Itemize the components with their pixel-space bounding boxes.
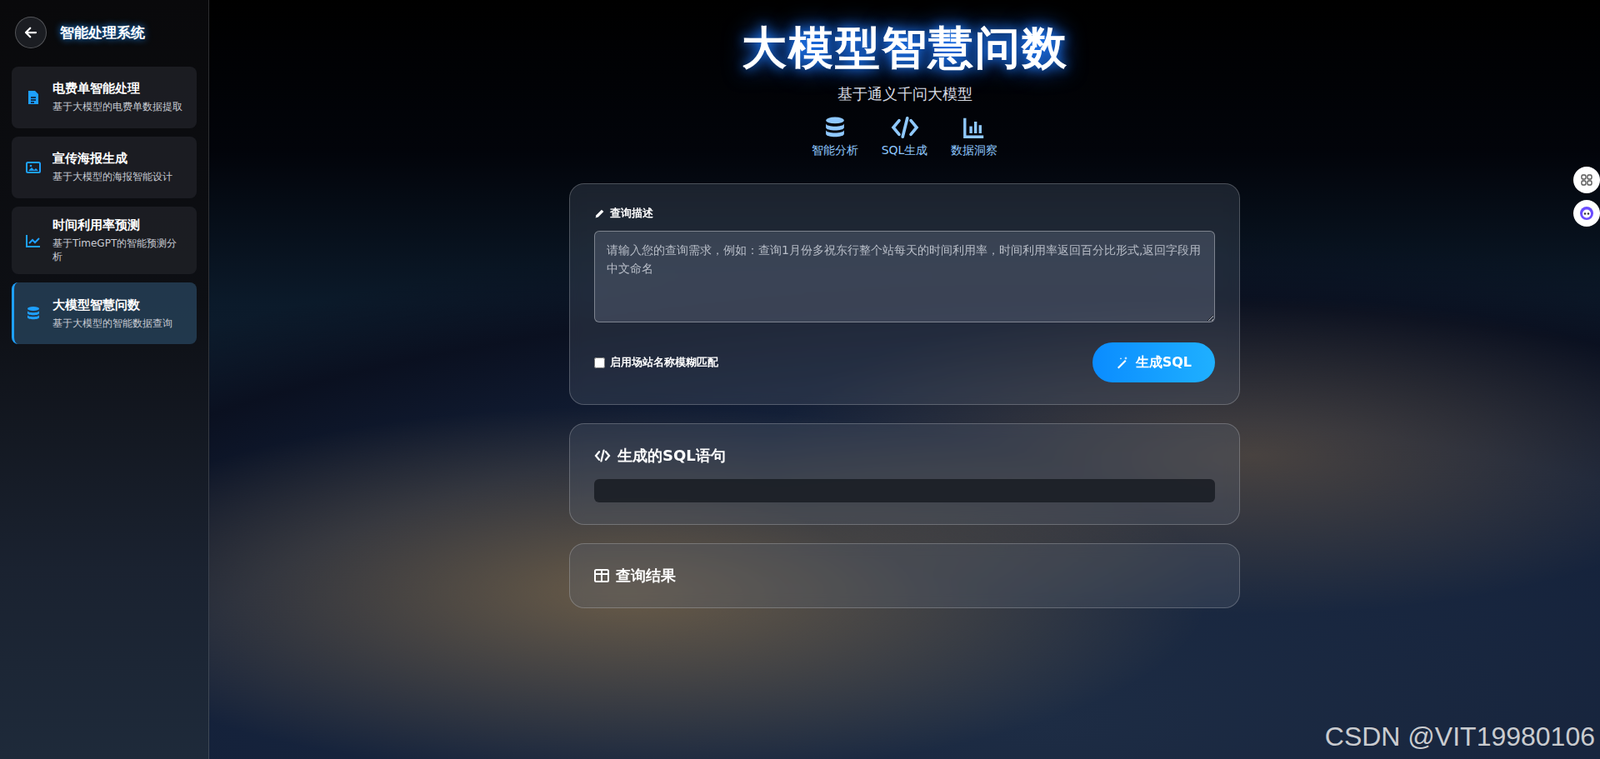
page-subtitle: 基于通义千问大模型 <box>837 84 973 105</box>
assistant-button[interactable] <box>1573 200 1600 227</box>
sidebar-item-subtitle: 基于大模型的电费单数据提取 <box>52 100 183 114</box>
sidebar-item-title: 宣传海报生成 <box>52 150 173 167</box>
file-icon <box>26 90 40 105</box>
database-icon <box>824 115 846 140</box>
sidebar-header: 智能处理系统 <box>11 15 197 59</box>
sidebar-item-title: 时间利用率预测 <box>52 217 185 234</box>
magic-wand-icon <box>1115 355 1130 370</box>
checkbox[interactable] <box>594 357 605 369</box>
sidebar-item-title: 大模型智慧问数 <box>52 297 173 314</box>
feature-label: 智能分析 <box>811 143 859 159</box>
query-input[interactable] <box>594 230 1215 323</box>
bar-chart-icon <box>962 115 986 140</box>
sidebar: 智能处理系统 电费单智能处理 基于大模型的电费单数据提取 宣传海报生成 基于大模… <box>0 0 210 759</box>
query-card: 查询描述 启用场站名称模糊匹配 生成SQL <box>569 183 1240 405</box>
feature-item: SQL生成 <box>881 115 929 159</box>
feature-label: 数据洞察 <box>950 143 998 159</box>
feature-item: 智能分析 <box>811 115 859 159</box>
table-icon <box>594 569 610 583</box>
sidebar-item[interactable]: 大模型智慧问数 基于大模型的智能数据查询 <box>11 282 197 345</box>
pencil-icon <box>594 208 605 220</box>
sidebar-item[interactable]: 时间利用率预测 基于TimeGPT的智能预测分析 <box>11 206 197 275</box>
fuzzy-match-checkbox[interactable]: 启用场站名称模糊匹配 <box>594 355 719 370</box>
back-button[interactable] <box>15 16 47 49</box>
code-icon <box>594 449 611 463</box>
generate-sql-button[interactable]: 生成SQL <box>1092 342 1215 383</box>
result-card: 查询结果 <box>569 543 1240 609</box>
result-panel-title: 查询结果 <box>594 565 1215 586</box>
sidebar-item-subtitle: 基于大模型的海报智能设计 <box>52 170 173 184</box>
apps-icon <box>1580 173 1594 187</box>
assistant-icon <box>1579 205 1595 221</box>
apps-button[interactable] <box>1573 166 1600 194</box>
code-icon <box>890 115 920 140</box>
sidebar-item-subtitle: 基于TimeGPT的智能预测分析 <box>52 236 185 264</box>
floating-toolbar <box>1573 166 1600 227</box>
sql-output <box>594 479 1215 503</box>
feature-item: 数据洞察 <box>950 115 998 159</box>
sql-card: 生成的SQL语句 <box>569 423 1240 525</box>
sidebar-title: 智能处理系统 <box>60 23 145 43</box>
feature-list: 智能分析 SQL生成 数据洞察 <box>811 115 999 159</box>
app-page: 智能处理系统 电费单智能处理 基于大模型的电费单数据提取 宣传海报生成 基于大模… <box>0 0 1600 759</box>
database-icon <box>26 305 40 321</box>
image-icon <box>25 160 41 175</box>
page-title: 大模型智慧问数 <box>741 18 1069 80</box>
sidebar-item-title: 电费单智能处理 <box>52 80 183 97</box>
watermark: CSDN @VIT19980106 <box>1325 721 1595 753</box>
sql-panel-title: 生成的SQL语句 <box>594 445 1215 466</box>
sidebar-item-subtitle: 基于大模型的智能数据查询 <box>52 316 173 330</box>
query-label: 查询描述 <box>594 205 1215 221</box>
sidebar-item[interactable]: 电费单智能处理 基于大模型的电费单数据提取 <box>11 66 197 129</box>
arrow-left-icon <box>23 25 39 40</box>
feature-label: SQL生成 <box>881 143 929 159</box>
main-area: 大模型智慧问数 基于通义千问大模型 智能分析 SQL生成 数据洞察 查询描述 启… <box>209 0 1600 759</box>
sidebar-item[interactable]: 宣传海报生成 基于大模型的海报智能设计 <box>11 136 197 199</box>
line-chart-icon <box>25 234 41 248</box>
